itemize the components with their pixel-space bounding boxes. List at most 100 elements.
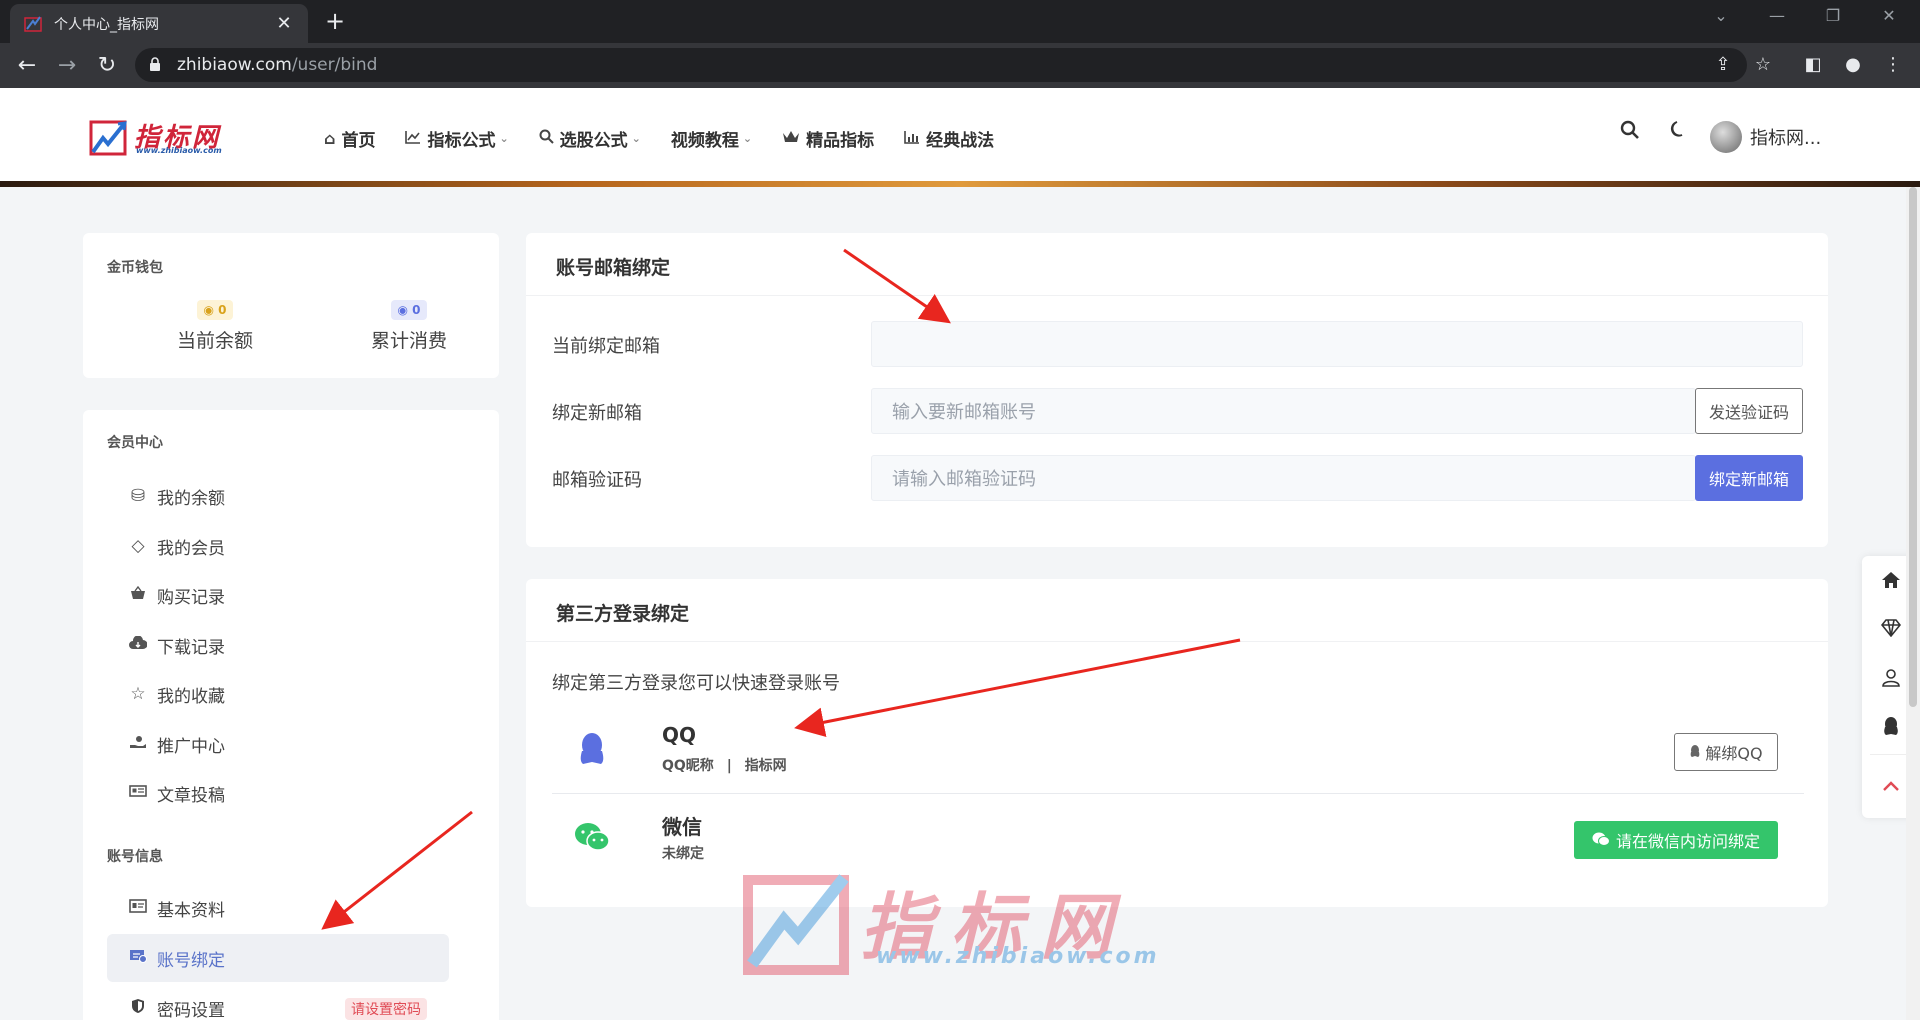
nav-home[interactable]: ⌂ 首页	[324, 126, 375, 151]
account-info-title: 账号信息	[107, 849, 163, 865]
set-password-badge: 请设置密码	[345, 998, 427, 1020]
nav-indicator-formula[interactable]: 指标公式 ⌄	[405, 126, 509, 151]
coin-icon: ◉	[397, 303, 408, 317]
site-logo[interactable]: 指标网 www.zhibiaow.com	[88, 118, 222, 158]
separator: |	[726, 758, 732, 774]
tab-search-icon[interactable]: ⌄	[1696, 6, 1746, 25]
page-scrollbar[interactable]	[1906, 187, 1920, 1020]
url-path: /user/bind	[291, 55, 378, 75]
nav-label: 选股公式	[559, 131, 628, 151]
nav-label: 视频教程	[670, 131, 739, 151]
email-binding-card: 账号邮箱绑定 当前绑定邮箱 绑定新邮箱 输入要新邮箱账号 发送验证码 邮箱验证码…	[526, 233, 1828, 547]
site-favicon-icon	[24, 15, 42, 33]
qq-binding-row: QQ QQ昵称 | 指标网 解绑QQ	[552, 709, 1804, 791]
wechat-small-icon	[1592, 831, 1610, 850]
spent-stat[interactable]: ◉ 0 累计消费	[349, 299, 469, 353]
restore-icon[interactable]: ❐	[1808, 6, 1858, 25]
new-email-label: 绑定新邮箱	[552, 403, 642, 424]
balance-label: 当前余额	[176, 330, 253, 352]
balance-stat[interactable]: ◉ 0 当前余额	[155, 299, 275, 353]
current-email-field[interactable]	[871, 321, 1803, 367]
browser-toolbar: ← → ↻ zhibiaow.com/user/bind ⇪ ☆ ◧ ● ⋮	[0, 43, 1920, 88]
sidebar-item-article-submission[interactable]: 文章投稿	[107, 769, 449, 817]
sidebar-item-download-history[interactable]: 下载记录	[107, 621, 449, 669]
balance-value: 0	[218, 303, 227, 317]
nav-video-tutorial[interactable]: 视频教程 ⌄	[671, 126, 752, 151]
logo-subtext: www.zhibiaow.com	[136, 146, 222, 155]
profile-icon[interactable]: ●	[1840, 54, 1866, 75]
browser-tab[interactable]: 个人中心_指标网 ✕	[10, 4, 308, 43]
search-icon	[1620, 120, 1639, 139]
url-host: zhibiaow.com	[177, 55, 292, 75]
member-center-title: 会员中心	[107, 435, 163, 451]
cloud-download-icon	[127, 635, 149, 655]
nav-classic-tactics[interactable]: 经典战法	[904, 126, 994, 151]
send-code-button[interactable]: 发送验证码	[1695, 388, 1803, 434]
newspaper-icon	[127, 783, 149, 803]
chevron-down-icon: ⌄	[742, 132, 753, 145]
address-bar[interactable]: zhibiaow.com/user/bind	[135, 48, 1747, 82]
moon-icon	[1670, 121, 1683, 137]
watermark-mark-icon	[743, 874, 849, 975]
divider	[526, 295, 1828, 296]
sidebar-item-purchase-history[interactable]: 购买记录	[107, 571, 449, 619]
side-panel-icon[interactable]: ◧	[1800, 54, 1826, 75]
spent-label: 累计消费	[370, 330, 447, 352]
qq-nickname-line: QQ昵称 | 指标网	[662, 755, 787, 775]
share-icon[interactable]: ⇪	[1710, 54, 1736, 75]
back-icon[interactable]: ←	[12, 52, 42, 80]
close-tab-icon[interactable]: ✕	[274, 13, 294, 34]
close-window-icon[interactable]: ✕	[1864, 6, 1914, 25]
reload-icon[interactable]: ↻	[92, 52, 122, 80]
sidebar-item-basic-profile[interactable]: 基本资料	[107, 884, 449, 932]
email-code-input[interactable]: 请输入邮箱验证码	[871, 455, 1696, 501]
sidebar-item-password-settings[interactable]: 密码设置 请设置密码	[107, 984, 449, 1020]
wechat-status: 未绑定	[662, 846, 704, 862]
minimize-icon[interactable]: —	[1752, 6, 1802, 25]
dark-mode-toggle[interactable]	[1668, 120, 1688, 140]
qq-name: QQ	[662, 723, 697, 747]
search-icon	[539, 129, 554, 148]
logo-mark-icon	[89, 120, 127, 156]
sidebar-item-label: 购买记录	[157, 587, 225, 608]
sidebar-item-promotion-center[interactable]: 推广中心	[107, 720, 449, 768]
new-tab-icon[interactable]: +	[320, 7, 350, 35]
avatar	[1710, 121, 1742, 153]
menu-kebab-icon[interactable]: ⋮	[1880, 54, 1906, 75]
third-party-description: 绑定第三方登录您可以快速登录账号	[552, 673, 840, 694]
sidebar-item-my-balance[interactable]: ⛁ 我的余额	[107, 472, 449, 520]
sidebar-item-account-binding[interactable]: 账号绑定	[107, 934, 449, 982]
wechat-icon	[572, 817, 612, 857]
bookmark-star-icon[interactable]: ☆	[1750, 54, 1776, 75]
id-card-icon	[127, 898, 149, 918]
user-menu[interactable]: 指标网...	[1710, 121, 1821, 153]
sidebar-item-label: 密码设置	[157, 1000, 225, 1020]
bind-new-email-button[interactable]: 绑定新邮箱	[1695, 455, 1803, 501]
sidebar-item-label: 下载记录	[157, 637, 225, 658]
new-email-input[interactable]: 输入要新邮箱账号	[871, 388, 1696, 434]
lock-icon[interactable]	[149, 56, 163, 74]
diamond-icon: ◇	[131, 536, 145, 556]
header-search-button[interactable]	[1620, 120, 1640, 140]
sidebar-item-my-membership[interactable]: ◇ 我的会员	[107, 522, 449, 570]
hand-coin-icon	[127, 734, 149, 754]
nav-stock-formula[interactable]: 选股公式 ⌄	[539, 126, 641, 151]
home-icon: ⌂	[324, 129, 336, 148]
sidebar-item-label: 我的余额	[157, 488, 225, 509]
forward-icon[interactable]: →	[52, 52, 82, 80]
divider	[526, 641, 1828, 642]
wechat-bind-label: 请在微信内访问绑定	[1615, 832, 1760, 851]
coins-icon: ⛁	[130, 486, 146, 506]
chevron-down-icon: ⌄	[499, 132, 509, 145]
sidebar-item-my-favorites[interactable]: ☆ 我的收藏	[107, 670, 449, 718]
unbind-qq-label: 解绑QQ	[1705, 744, 1763, 763]
wechat-bind-button[interactable]: 请在微信内访问绑定	[1574, 821, 1778, 859]
scrollbar-thumb[interactable]	[1909, 187, 1917, 707]
email-code-label: 邮箱验证码	[552, 470, 642, 491]
qq-icon	[572, 729, 612, 769]
watermark-logo: 指标网 www.zhibiaow.com	[740, 860, 1157, 980]
site-header: 指标网 www.zhibiaow.com ⌂ 首页 指标公式 ⌄ 选股公式 ⌄ …	[0, 88, 1920, 187]
unbind-qq-button[interactable]: 解绑QQ	[1674, 733, 1778, 771]
qq-nickname-label: QQ昵称	[662, 758, 714, 774]
nav-premium-indicators[interactable]: 精品指标	[782, 126, 874, 151]
